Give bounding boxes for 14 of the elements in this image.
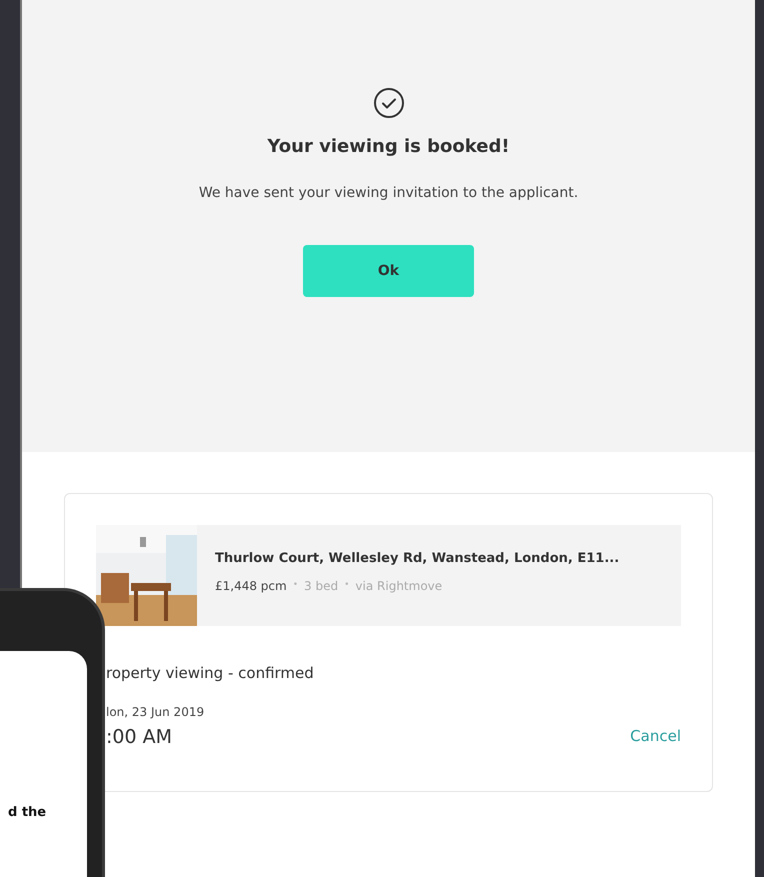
viewing-time: :00 AM — [106, 724, 172, 750]
separator-dot: • — [344, 578, 350, 592]
check-circle-icon — [372, 87, 404, 119]
property-detail: via Rightmove — [355, 578, 442, 594]
property-detail: 3 bed — [304, 578, 338, 594]
phone-text: d the — [8, 804, 48, 822]
viewing-date: lon, 23 Jun 2019 — [106, 704, 206, 720]
property-price: £1,448 pcm — [215, 578, 287, 594]
separator-dot: • — [292, 578, 298, 592]
property-address: Thurlow Court, Wellesley Rd, Wanstead, London, E11... — [215, 550, 620, 568]
modal-message: We have sent your viewing invitation to the applicant. — [198, 184, 580, 203]
viewing-status: roperty viewing - confirmed — [106, 663, 315, 684]
ok-button[interactable]: Ok — [303, 245, 474, 297]
modal-title: Your viewing is booked! — [267, 135, 510, 159]
